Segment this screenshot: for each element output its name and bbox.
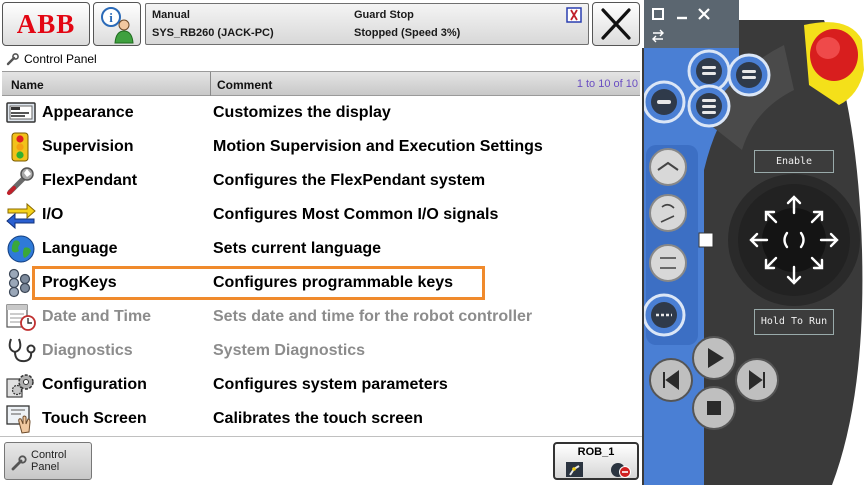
minimize-window-icon[interactable] bbox=[674, 6, 690, 22]
list-item-date-and-time[interactable]: Date and Time Sets date and time for the… bbox=[2, 300, 640, 334]
hold-to-run-button[interactable]: Hold To Run bbox=[754, 309, 834, 335]
item-comment: Customizes the display bbox=[213, 104, 391, 121]
close-icon bbox=[601, 8, 631, 40]
wrench-icon bbox=[6, 52, 19, 65]
item-name: Touch Screen bbox=[42, 410, 147, 427]
column-header-name[interactable]: Name bbox=[11, 78, 44, 92]
item-name: Diagnostics bbox=[42, 342, 133, 359]
taskbar-control-panel-button[interactable]: Control Panel bbox=[4, 442, 92, 480]
swap-hand-icon[interactable] bbox=[650, 28, 666, 44]
item-comment: Motion Supervision and Execution Setting… bbox=[213, 138, 543, 155]
globe-icon bbox=[7, 235, 35, 263]
item-comment: Configures programmable keys bbox=[213, 274, 454, 291]
item-comment: Configures Most Common I/O signals bbox=[213, 206, 499, 223]
guard-status: Guard Stop bbox=[354, 9, 414, 21]
wrench-icon bbox=[7, 167, 34, 195]
column-header-comment[interactable]: Comment bbox=[217, 78, 272, 92]
system-name: SYS_RB260 (JACK-PC) bbox=[152, 27, 274, 39]
taskbar: Control Panel ROB_1 bbox=[0, 436, 642, 485]
column-divider bbox=[210, 72, 211, 96]
display-icon bbox=[6, 102, 36, 123]
list-item-flexpendant[interactable]: FlexPendant Configures the FlexPendant s… bbox=[2, 164, 640, 198]
flexpendant-screen: ABB i Manual SYS_RB260 (JACK-PC) Guard S… bbox=[0, 0, 644, 485]
item-name: Configuration bbox=[42, 376, 147, 393]
item-name: Language bbox=[42, 240, 118, 257]
item-comment: Configures system parameters bbox=[213, 376, 448, 393]
item-name: I/O bbox=[42, 206, 64, 223]
wrench-icon bbox=[11, 455, 27, 471]
item-comment: Configures the FlexPendant system bbox=[213, 172, 486, 189]
abb-logo: ABB bbox=[16, 8, 76, 39]
status-bar: Manual SYS_RB260 (JACK-PC) Guard Stop St… bbox=[145, 3, 589, 45]
enable-button[interactable]: Enable bbox=[754, 150, 834, 173]
operator-info-icon: i bbox=[101, 7, 134, 44]
close-button[interactable] bbox=[592, 2, 640, 46]
close-window-icon[interactable] bbox=[696, 6, 712, 22]
list-item-io[interactable]: I/O Configures Most Common I/O signals bbox=[2, 198, 640, 232]
quickset-robot-button[interactable]: ROB_1 bbox=[553, 442, 639, 480]
abb-menu-button[interactable]: ABB bbox=[2, 2, 90, 46]
list-item-configuration[interactable]: Configuration Configures system paramete… bbox=[2, 368, 640, 402]
breadcrumb-label: Control Panel bbox=[24, 52, 97, 66]
touch-hand-icon bbox=[6, 405, 31, 434]
item-name: Appearance bbox=[42, 104, 134, 121]
item-name: FlexPendant bbox=[42, 172, 138, 189]
list-item-diagnostics[interactable]: Diagnostics System Diagnostics bbox=[2, 334, 640, 368]
io-arrows-icon bbox=[6, 202, 36, 230]
event-log-button[interactable]: i bbox=[93, 2, 141, 46]
list-item-supervision[interactable]: Supervision Motion Supervision and Execu… bbox=[2, 130, 640, 164]
svg-text:i: i bbox=[109, 10, 113, 25]
item-comment: Sets date and time for the robot control… bbox=[213, 308, 533, 325]
traffic-light-icon bbox=[11, 132, 29, 162]
list-item-language[interactable]: Language Sets current language bbox=[2, 232, 640, 266]
list-item-appearance[interactable]: Appearance Customizes the display bbox=[2, 96, 640, 130]
item-comment: System Diagnostics bbox=[213, 342, 366, 359]
item-name: ProgKeys bbox=[42, 274, 117, 291]
motors-off-icon bbox=[566, 7, 582, 23]
list-item-progkeys[interactable]: ProgKeys Configures programmable keys bbox=[2, 266, 640, 300]
robot-label: ROB_1 bbox=[577, 446, 615, 458]
keys-icon bbox=[8, 268, 31, 298]
control-panel-list: Appearance Customizes the display Superv… bbox=[2, 96, 640, 436]
table-header: Name Comment 1 to 10 of 10 bbox=[2, 71, 640, 96]
config-gears-icon bbox=[6, 374, 34, 398]
run-status: Stopped (Speed 3%) bbox=[354, 27, 461, 39]
item-comment: Sets current language bbox=[213, 240, 382, 257]
item-range-label: 1 to 10 of 10 bbox=[576, 78, 638, 90]
top-bar: ABB i Manual SYS_RB260 (JACK-PC) Guard S… bbox=[0, 0, 644, 48]
item-name: Date and Time bbox=[42, 308, 152, 325]
calendar-clock-icon bbox=[6, 304, 36, 331]
robot-arm-icon bbox=[566, 462, 583, 477]
breadcrumb: Control Panel bbox=[0, 48, 642, 70]
stethoscope-icon bbox=[8, 338, 36, 363]
list-item-touch-screen[interactable]: Touch Screen Calibrates the touch screen bbox=[2, 402, 640, 436]
item-comment: Calibrates the touch screen bbox=[213, 410, 423, 427]
speed-stop-icon bbox=[611, 463, 631, 478]
pendant-hardware: Enable Hold To Run bbox=[644, 0, 864, 485]
restore-window-icon[interactable] bbox=[650, 6, 666, 22]
item-name: Supervision bbox=[42, 138, 134, 155]
taskbar-control-panel-label: Control Panel bbox=[31, 449, 67, 473]
mode-text: Manual bbox=[152, 9, 190, 21]
pendant-body bbox=[644, 0, 864, 485]
